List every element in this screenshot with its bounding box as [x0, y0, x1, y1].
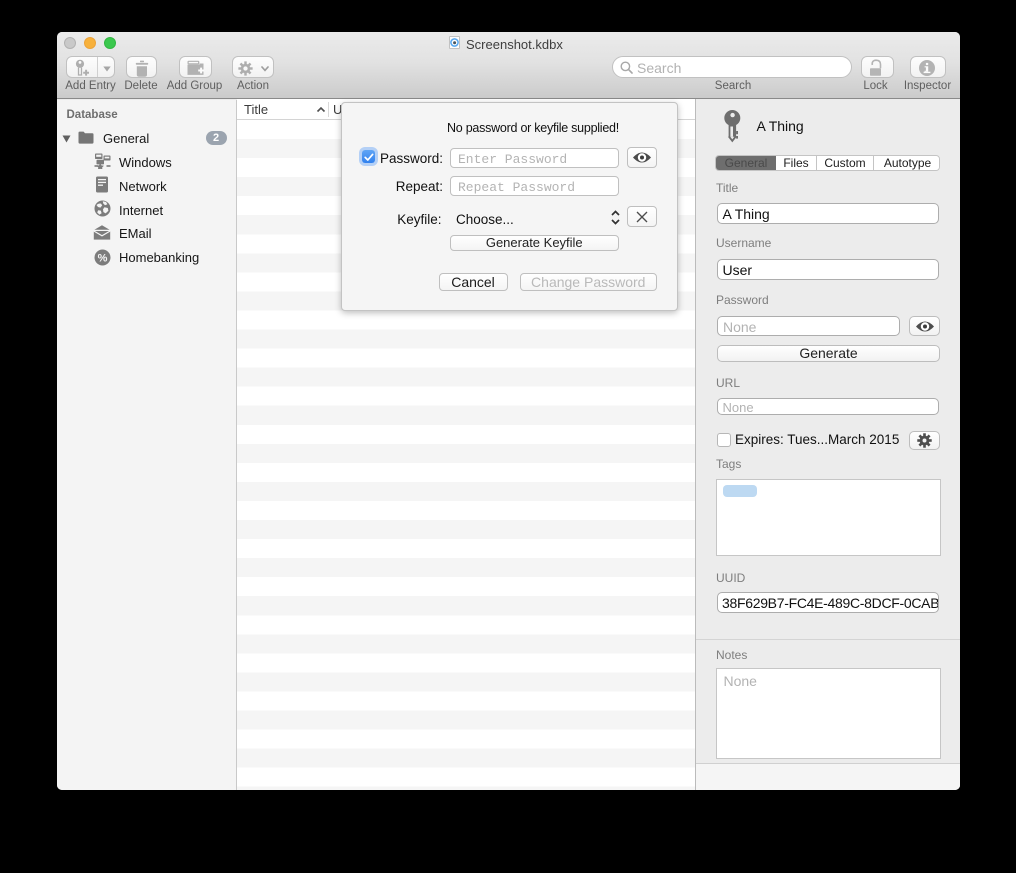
svg-text:%: % — [98, 252, 108, 264]
